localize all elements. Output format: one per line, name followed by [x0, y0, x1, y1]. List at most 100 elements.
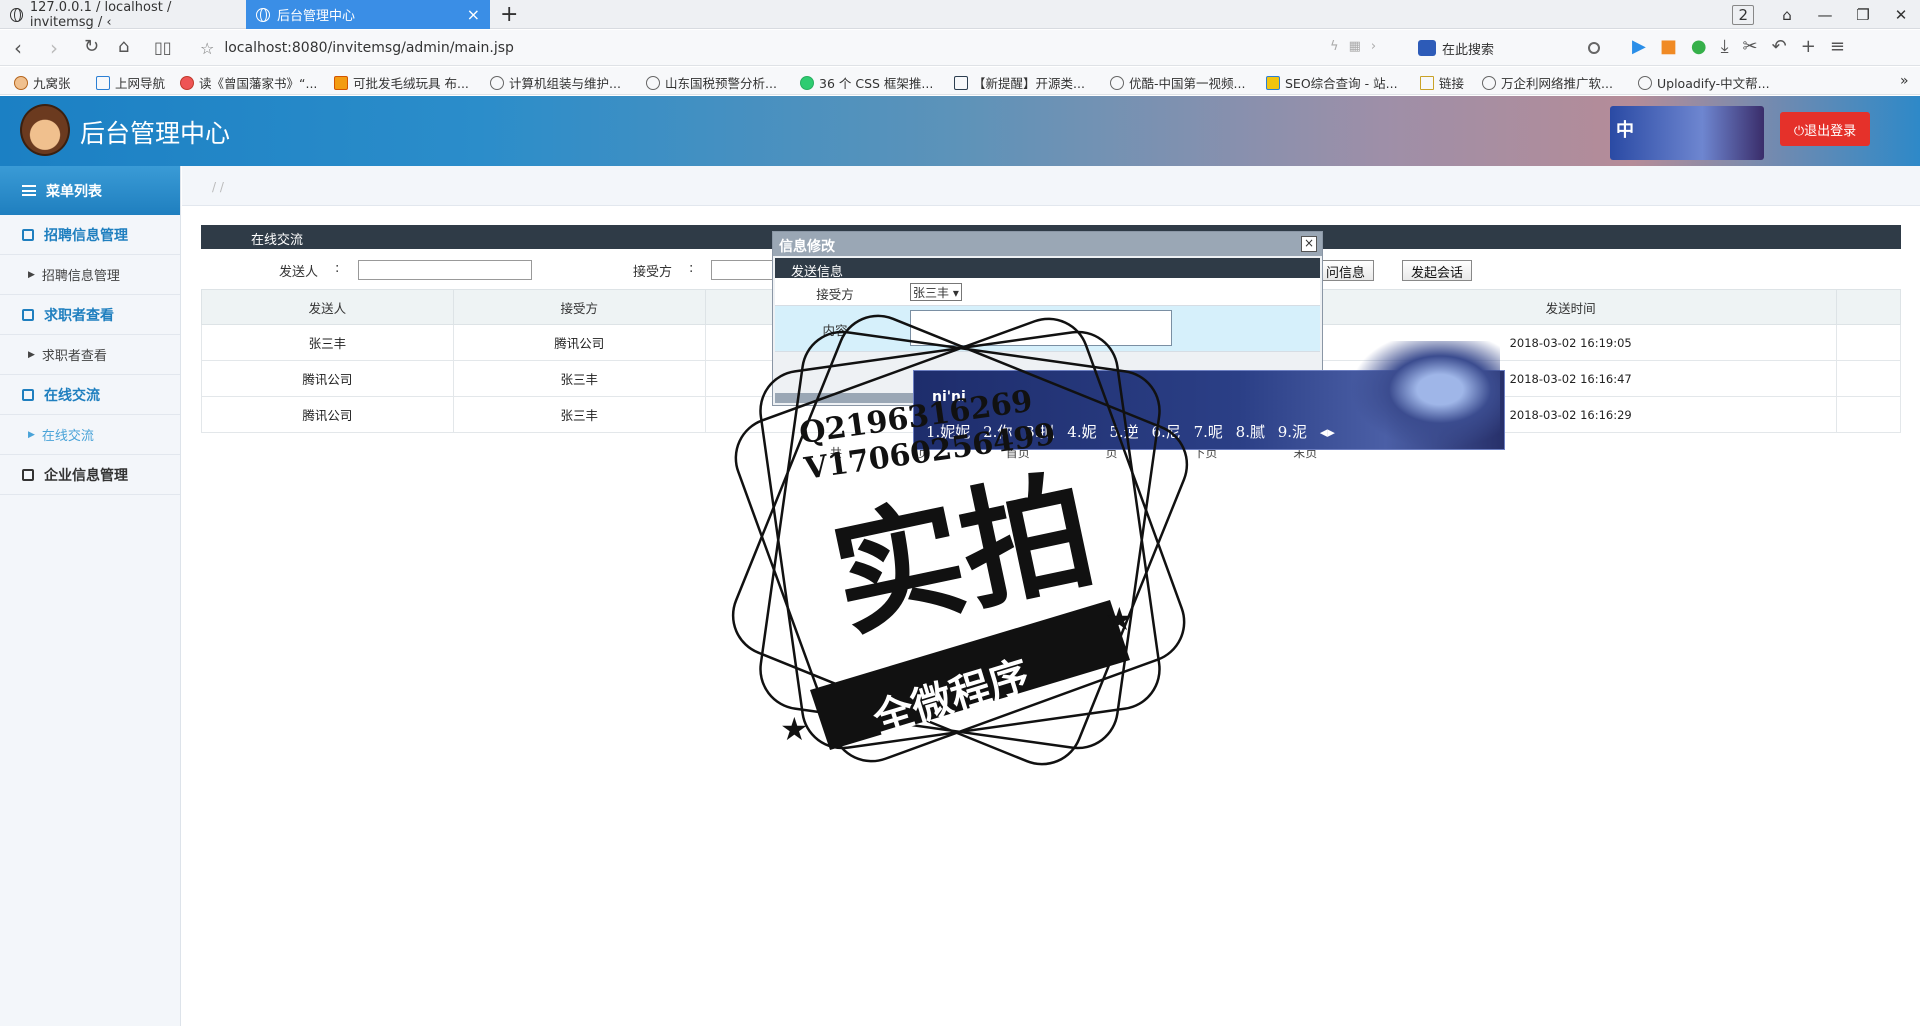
close-window-icon[interactable]: ✕ [1882, 6, 1920, 24]
column-header: 接受方 [452, 289, 706, 325]
stamp-ribbon [810, 600, 1130, 750]
address-bar[interactable]: ☆ localhost:8080/invitemsg/admin/main.js… [200, 35, 1380, 61]
ime-pinyin-text: ni'ni [932, 389, 966, 405]
receiver-row: 接受方 张三丰 ▾ [775, 278, 1320, 306]
caret-right-icon: ▶ [28, 429, 35, 440]
sidebar-group-company[interactable]: 企业信息管理 [0, 455, 180, 495]
sidebar-item-chat[interactable]: ▶ 在线交流 [0, 415, 180, 455]
receiver-field-label: 接受方 [816, 287, 854, 302]
cell-sender: 腾讯公司 [201, 396, 454, 433]
browser-tab-phpmyadmin[interactable]: 127.0.0.1 / localhost / invitemsg / ‹ [0, 0, 245, 30]
ime-mode-label: 中 [1616, 120, 1634, 141]
start-chat-button[interactable]: 发起会话 [1402, 260, 1473, 281]
bookmark-item[interactable]: 计算机组装与维护... [490, 73, 621, 92]
home-icon[interactable]: ⌂ [118, 36, 129, 57]
bookmark-item[interactable]: SEO综合查询 - 站... [1266, 73, 1398, 92]
ime-status-banner[interactable]: 中 [1610, 106, 1764, 160]
forward-icon[interactable]: › [50, 36, 58, 60]
logout-button[interactable]: ⏻退出登录 [1780, 112, 1870, 146]
undo-icon[interactable]: ↶ [1772, 36, 1787, 57]
minimize-icon[interactable]: — [1806, 6, 1844, 24]
bookmark-item[interactable]: 【新提醒】开源类... [954, 73, 1085, 92]
new-tab-icon[interactable]: + [500, 2, 518, 27]
content-textarea[interactable] [910, 310, 1172, 346]
cell-sender: 张三丰 [201, 324, 454, 361]
bookmark-folder[interactable]: 链接 [1420, 73, 1464, 92]
sidebar-item-recruitment[interactable]: ▶ 招聘信息管理 [0, 255, 180, 295]
menu-heading: 菜单列表 [0, 166, 180, 215]
play-icon[interactable]: ▶ [1632, 36, 1646, 57]
flash-icon[interactable]: ϟ [1330, 39, 1349, 54]
caret-right-icon: ▶ [28, 269, 35, 280]
ime-candidate-list: 1.妮妮 2.你 3.拟 4.妮 5.逆 6.尼 7.呢 8.腻 9.泥 ◂▸ [926, 421, 1343, 442]
close-tab-icon[interactable]: × [467, 5, 480, 24]
cell-receiver: 腾讯公司 [452, 324, 706, 361]
video-icon[interactable]: ■ [1660, 36, 1677, 57]
chevron-right-icon[interactable]: › [1371, 39, 1386, 54]
bookmark-item[interactable]: 可批发毛绒玩具 布... [334, 73, 469, 92]
qr-icon[interactable]: ▦ [1349, 39, 1371, 54]
url-text: localhost:8080/invitemsg/admin/main.jsp [224, 40, 514, 56]
back-icon[interactable]: ‹ [14, 36, 22, 60]
tab-count-badge[interactable]: 2 [1732, 4, 1754, 25]
search-box[interactable]: 在此搜索 [1418, 35, 1610, 61]
bookmark-item[interactable]: 优酷-中国第一视频... [1110, 73, 1245, 92]
shirt-icon[interactable]: ⌂ [1768, 6, 1806, 24]
edit-icon [22, 468, 34, 481]
plus-icon[interactable]: + [1801, 36, 1816, 57]
search-engine-icon[interactable] [1418, 40, 1436, 56]
sidebar-group-chat[interactable]: 在线交流 [0, 375, 180, 415]
sidebar-group-recruitment[interactable]: 招聘信息管理 [0, 215, 180, 255]
colon-label: : [689, 261, 694, 276]
breadcrumb: / / [182, 166, 1920, 206]
bookmark-item[interactable]: 九窝张 [14, 73, 71, 92]
scissors-icon[interactable]: ✂ [1743, 36, 1758, 57]
sender-input[interactable] [358, 260, 532, 280]
reader-icon[interactable]: ▯▯ [154, 38, 172, 57]
globe-icon [10, 7, 23, 22]
bookmark-item[interactable]: 上网导航 [96, 73, 165, 92]
content-field-label: 内容 [822, 323, 848, 338]
page-title: 后台管理中心 [80, 119, 231, 148]
bookmark-item[interactable]: 山东国税预警分析... [646, 73, 777, 92]
chat-icon[interactable]: ● [1691, 36, 1707, 57]
browser-tab-admin[interactable]: 后台管理中心 × [246, 0, 490, 29]
column-header: 发送人 [201, 289, 454, 325]
star-icon[interactable]: ☆ [200, 39, 214, 58]
colon-label: : [335, 261, 340, 276]
sidebar-item-jobseekers[interactable]: ▶ 求职者查看 [0, 335, 180, 375]
bookmarks-overflow-icon[interactable]: » [1900, 73, 1909, 89]
sidebar-group-jobseekers[interactable]: 求职者查看 [0, 295, 180, 335]
bookmark-item[interactable]: 读《曾国藩家书》“... [180, 73, 317, 92]
ime-candidate[interactable]: 1.妮妮 [926, 423, 970, 441]
ime-candidate[interactable]: 6.尼 [1151, 423, 1180, 441]
bookmark-item[interactable]: 36 个 CSS 框架推... [800, 73, 933, 92]
close-icon[interactable]: × [1301, 236, 1317, 252]
search-icon[interactable] [1588, 42, 1600, 54]
search-placeholder: 在此搜索 [1442, 42, 1495, 58]
menu-icon[interactable]: ≡ [1830, 36, 1845, 57]
list-icon [22, 185, 36, 196]
ime-candidate[interactable]: 9.泥 [1278, 423, 1307, 441]
dialog-title: 信息修改 [773, 232, 1322, 256]
receiver-input[interactable] [711, 260, 773, 280]
dialog-section-title: 发送信息 [775, 258, 1320, 280]
download-icon[interactable]: ⤓ [1721, 36, 1729, 57]
ime-candidate[interactable]: 7.呢 [1194, 423, 1223, 441]
reload-icon[interactable]: ↻ [84, 36, 99, 57]
ime-candidate[interactable]: 3.拟 [1025, 423, 1054, 441]
browser-tab-bar: 127.0.0.1 / localhost / invitemsg / ‹ 后台… [0, 0, 1920, 30]
bookmark-item[interactable]: 万企利网络推广软... [1482, 73, 1613, 92]
query-button[interactable]: 问信息 [1317, 260, 1375, 281]
ime-candidate[interactable]: 4.妮 [1067, 423, 1096, 441]
restore-icon[interactable]: ❐ [1844, 6, 1882, 24]
ime-candidate[interactable]: 8.腻 [1236, 423, 1265, 441]
ime-candidate[interactable]: 5.逆 [1109, 423, 1138, 441]
ime-page-arrows[interactable]: ◂▸ [1320, 423, 1335, 441]
ime-candidate-window: ni'ni 1.妮妮 2.你 3.拟 4.妮 5.逆 6.尼 7.呢 8.腻 9… [913, 341, 1505, 450]
cell-receiver: 张三丰 [452, 396, 706, 433]
bookmark-item[interactable]: Uploadify-中文帮... [1638, 73, 1770, 92]
edit-icon [22, 388, 34, 401]
receiver-select[interactable]: 张三丰 ▾ [910, 283, 962, 301]
ime-candidate[interactable]: 2.你 [983, 423, 1012, 441]
